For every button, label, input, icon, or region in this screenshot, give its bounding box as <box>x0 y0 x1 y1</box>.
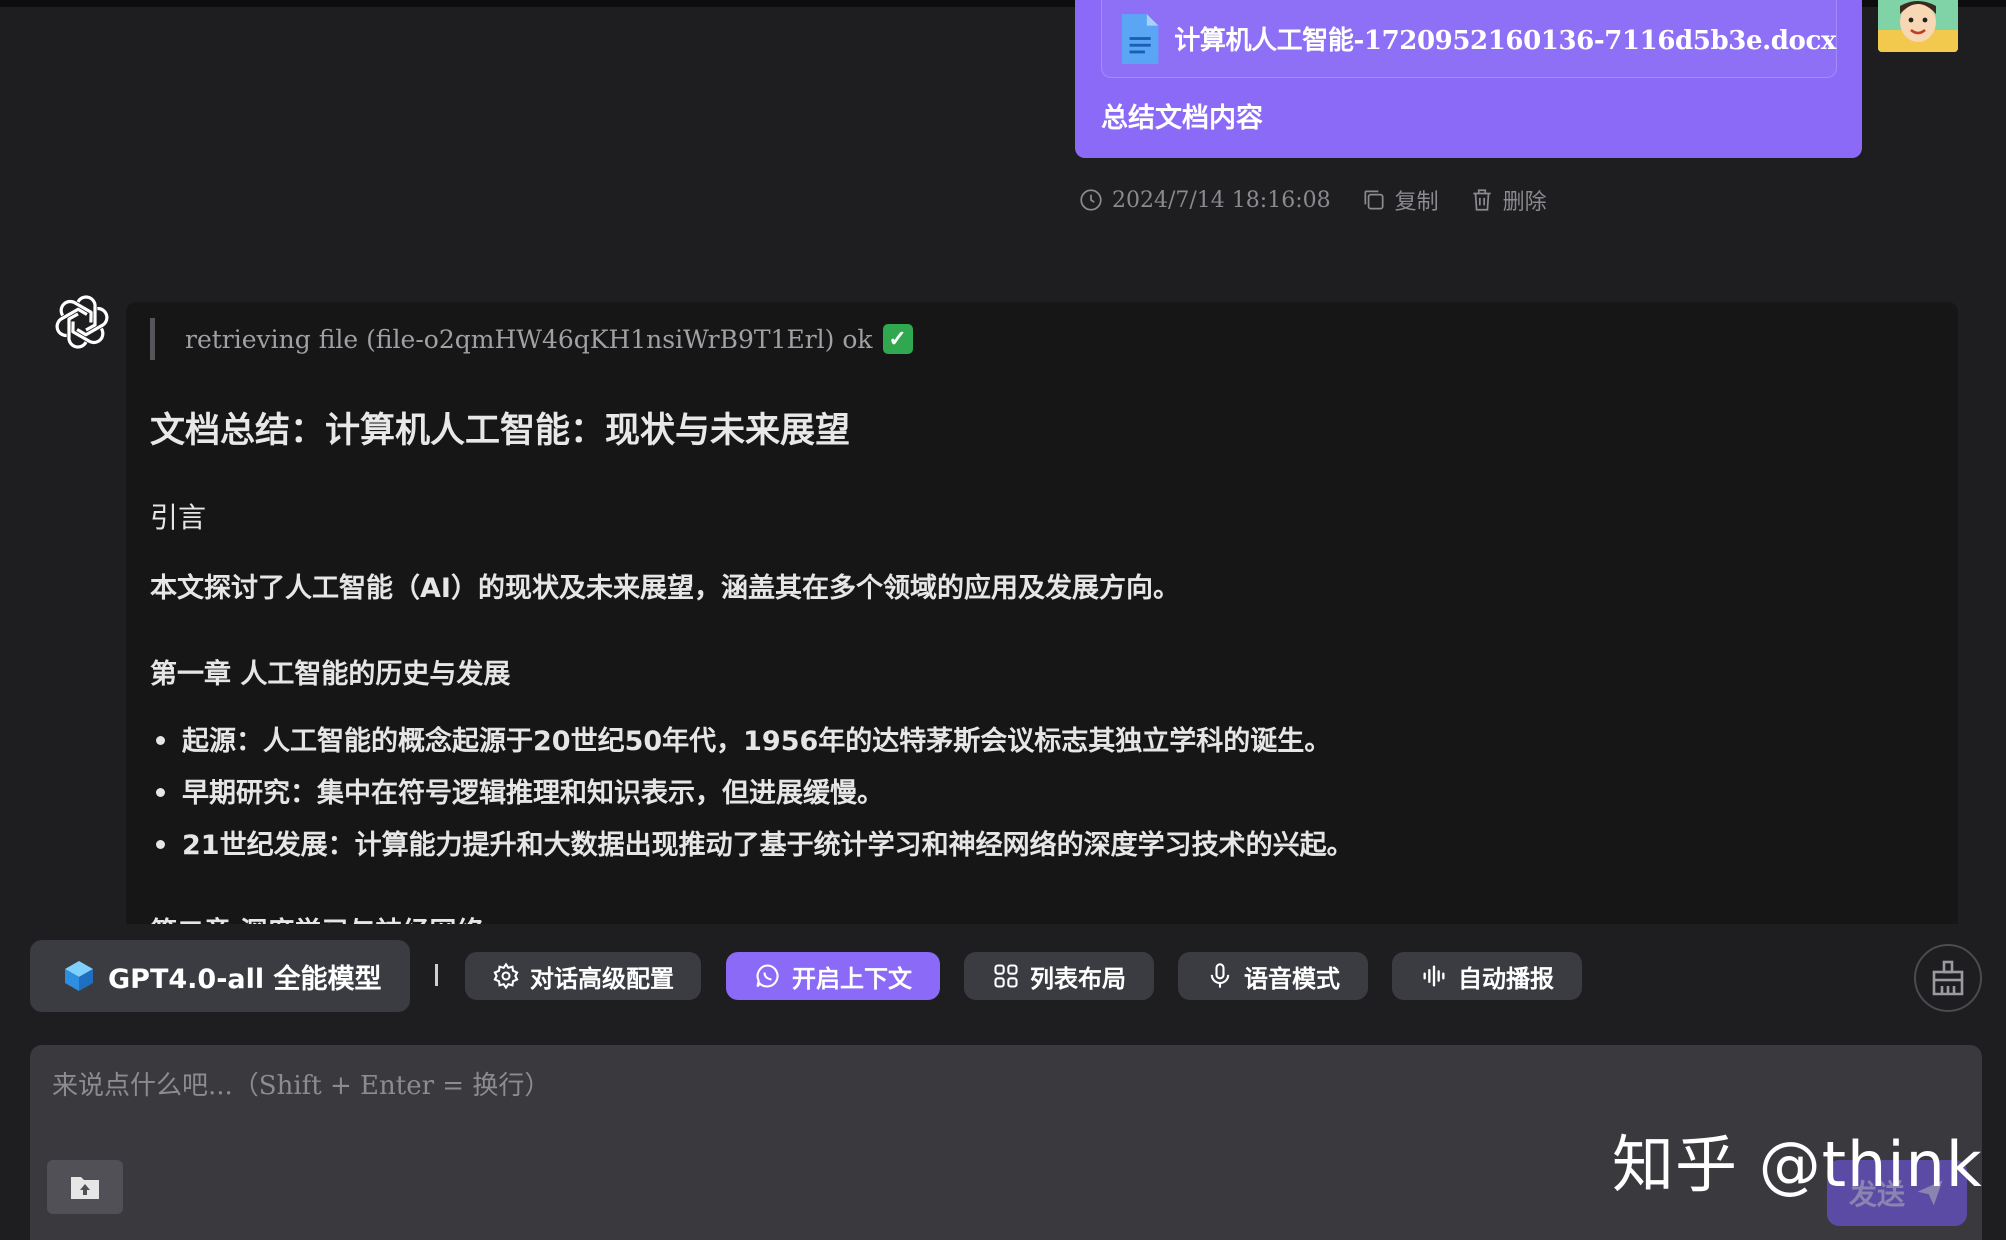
check-mark-icon: ✓ <box>882 324 913 354</box>
chapter1-heading: 第一章 人工智能的历史与发展 <box>150 659 511 690</box>
voice-mode-label: 语音模式 <box>1244 964 1340 993</box>
chapter1-list: 起源：人工智能的概念起源于20世纪50年代，1956年的达特茅斯会议标志其独立学… <box>156 712 1354 868</box>
upload-file-button[interactable] <box>47 1160 123 1214</box>
user-avatar[interactable] <box>1878 0 1958 52</box>
model-selector-button[interactable]: GPT4.0-all 全能模型 <box>30 940 410 1012</box>
auto-broadcast-button[interactable]: 自动播报 <box>1392 952 1582 1000</box>
intro-paragraph: 本文探讨了人工智能（AI）的现状及未来展望，涵盖其在多个领域的应用及发展方向。 <box>150 573 1180 604</box>
assistant-message: retrieving file (file-o2qmHW46qKH1nsiWrB… <box>126 302 1958 924</box>
context-toggle-label: 开启上下文 <box>792 964 912 993</box>
list-item: 21世纪发展：计算能力提升和大数据出现推动了基于统计学习和神经网络的深度学习技术… <box>156 816 1354 868</box>
zhihu-watermark: 知乎 @think <box>1612 1128 1983 1201</box>
voice-mode-button[interactable]: 语音模式 <box>1178 952 1368 1000</box>
clear-chat-button[interactable] <box>1914 944 1982 1012</box>
copy-label: 复制 <box>1394 190 1439 215</box>
user-message-meta: 2024/7/14 18:16:08 复制 删除 <box>1078 184 1547 216</box>
list-item: 起源：人工智能的概念起源于20世纪50年代，1956年的达特茅斯会议标志其独立学… <box>156 712 1354 764</box>
chapter2-heading: 第二章 深度学习与神经网络 <box>150 910 483 924</box>
retrieval-status: retrieving file (file-o2qmHW46qKH1nsiWrB… <box>150 318 913 360</box>
broom-icon <box>1932 960 1964 996</box>
chat-bubble-icon <box>756 964 779 988</box>
retrieval-text: retrieving file (file-o2qmHW46qKH1nsiWrB… <box>185 324 873 354</box>
auto-broadcast-label: 自动播报 <box>1458 964 1554 993</box>
list-item: 早期研究：集中在符号逻辑推理和知识表示，但进展缓慢。 <box>156 764 1354 816</box>
copy-icon <box>1364 190 1384 210</box>
list-layout-button[interactable]: 列表布局 <box>964 952 1154 1000</box>
openai-logo-icon <box>55 295 109 349</box>
intro-heading: 引言 <box>150 501 207 534</box>
copy-button[interactable]: 复制 <box>1361 184 1439 216</box>
summary-title: 文档总结：计算机人工智能：现状与未来展望 <box>150 411 851 451</box>
model-label: GPT4.0-all 全能模型 <box>108 963 382 995</box>
clock-icon <box>1080 189 1102 211</box>
user-message-bubble: 计算机人工智能-1720952160136-7116d5b3e.docx 总结文… <box>1075 0 1862 158</box>
list-layout-label: 列表布局 <box>1030 964 1126 993</box>
avatar-image <box>1878 0 1958 52</box>
timestamp-text: 2024/7/14 18:16:08 <box>1112 187 1331 213</box>
user-message-text: 总结文档内容 <box>1101 103 1263 134</box>
gear-icon <box>493 962 519 990</box>
microphone-icon <box>1210 963 1230 988</box>
advanced-config-label: 对话高级配置 <box>530 964 674 993</box>
message-input[interactable] <box>52 1065 1452 1125</box>
cube-icon <box>65 961 93 991</box>
folder-upload-icon <box>71 1177 99 1199</box>
attached-file-card[interactable]: 计算机人工智能-1720952160136-7116d5b3e.docx <box>1101 0 1837 78</box>
attached-file-name: 计算机人工智能-1720952160136-7116d5b3e.docx <box>1174 26 1836 56</box>
delete-label: 删除 <box>1502 190 1547 215</box>
sound-wave-icon <box>1423 965 1445 987</box>
grid-icon <box>994 964 1018 988</box>
trash-icon <box>1472 189 1491 211</box>
advanced-config-button[interactable]: 对话高级配置 <box>465 952 701 1000</box>
timestamp: 2024/7/14 18:16:08 <box>1078 187 1331 213</box>
context-toggle-button[interactable]: 开启上下文 <box>726 952 940 1000</box>
delete-button[interactable]: 删除 <box>1469 184 1547 216</box>
document-icon <box>1121 13 1159 64</box>
toolbar-divider <box>435 964 438 986</box>
